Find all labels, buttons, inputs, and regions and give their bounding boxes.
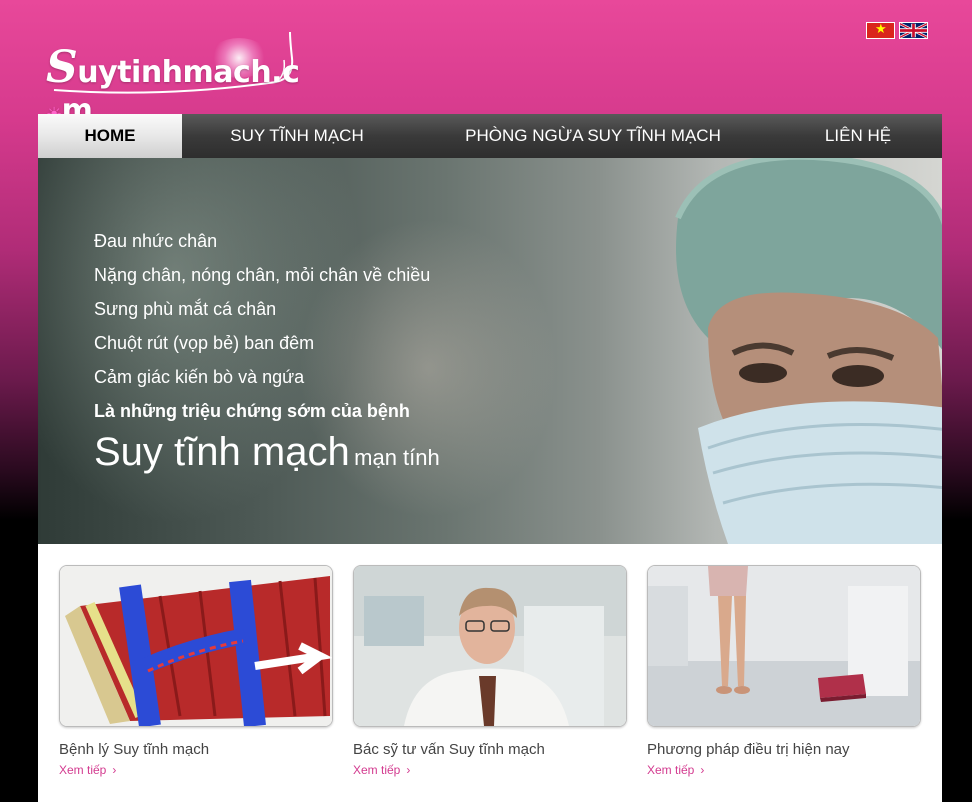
read-more-link[interactable]: Xem tiếp ›	[59, 763, 116, 777]
symptom-item: Chuột rút (vọp bẻ) ban đêm	[94, 333, 315, 353]
symptom-list: Đau nhức chân Nặng chân, nóng chân, mỏi …	[94, 224, 440, 475]
card-image-veins[interactable]	[59, 565, 333, 727]
nav-item-phong-ngua[interactable]: PHÒNG NGỪA SUY TĨNH MẠCH	[412, 114, 774, 158]
symptom-item: Sưng phù mắt cá chân	[94, 299, 277, 319]
english-flag-icon[interactable]	[899, 22, 928, 39]
headline-main: Suy tĩnh mạch	[94, 430, 350, 474]
card-title[interactable]: Bác sỹ tư vấn Suy tĩnh mạch	[353, 741, 627, 758]
hero-banner: Đau nhức chân Nặng chân, nóng chân, mỏi …	[38, 158, 942, 544]
banner-headline: Suy tĩnh mạch mạn tính	[94, 430, 440, 475]
nav-item-home[interactable]: HOME	[38, 114, 182, 158]
card-image-legs[interactable]	[647, 565, 921, 727]
headline-sub: mạn tính	[354, 445, 440, 470]
chevron-right-icon: ›	[406, 763, 411, 777]
card-bac-sy: Bác sỹ tư vấn Suy tĩnh mạch Xem tiếp ›	[353, 565, 627, 778]
content-area: Bệnh lý Suy tĩnh mạch Xem tiếp › Bác sỹ t…	[38, 544, 942, 802]
symptom-item: Đau nhức chân	[94, 231, 218, 251]
nav-item-suy-tinh-mach[interactable]: SUY TĨNH MẠCH	[182, 114, 412, 158]
read-more-link[interactable]: Xem tiếp ›	[353, 763, 410, 777]
card-title[interactable]: Phương pháp điều trị hiện nay	[647, 741, 921, 758]
surgeon-image	[675, 158, 942, 544]
site-logo[interactable]: Suytinhmach.c☀m	[44, 30, 304, 128]
symptom-item: Cảm giác kiến bò và ngứa	[94, 367, 305, 387]
chevron-right-icon: ›	[112, 763, 117, 777]
card-image-doctor[interactable]	[353, 565, 627, 727]
read-more-link[interactable]: Xem tiếp ›	[647, 763, 704, 777]
symptom-item: Nặng chân, nóng chân, mỏi chân về chiều	[94, 265, 431, 285]
card-phuong-phap: Phương pháp điều trị hiện nay Xem tiếp ›	[647, 565, 921, 778]
card-title[interactable]: Bệnh lý Suy tĩnh mạch	[59, 741, 333, 758]
symptom-summary: Là những triệu chứng sớm của bệnh	[94, 401, 410, 421]
card-benh-ly: Bệnh lý Suy tĩnh mạch Xem tiếp ›	[59, 565, 333, 778]
nav-item-lien-he[interactable]: LIÊN HỆ	[774, 114, 942, 158]
main-navigation: HOME SUY TĨNH MẠCH PHÒNG NGỪA SUY TĨNH M…	[38, 114, 942, 158]
vietnamese-flag-icon[interactable]	[866, 22, 895, 39]
chevron-right-icon: ›	[700, 763, 705, 777]
language-switcher	[866, 22, 928, 39]
